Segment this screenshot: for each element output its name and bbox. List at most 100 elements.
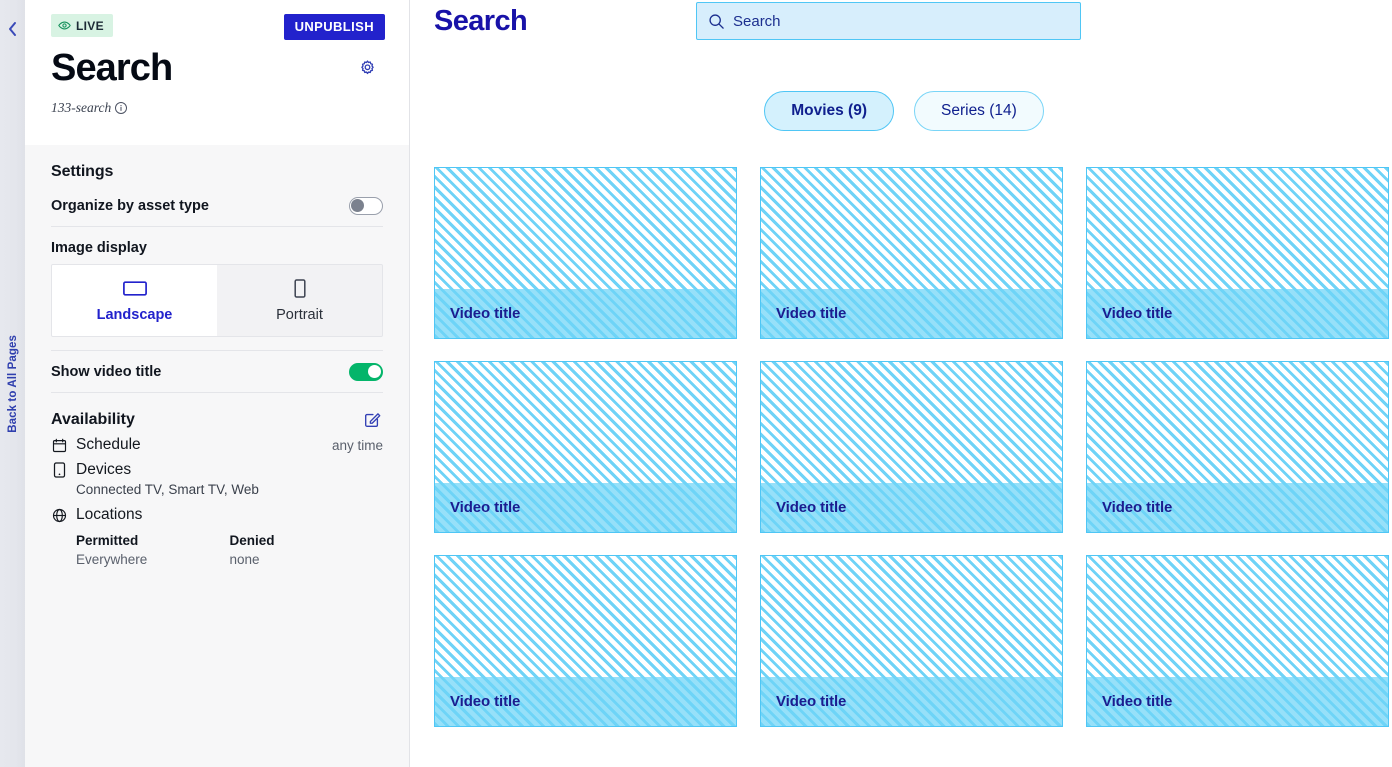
page-root: Back to All Pages LIVE UNPUBLISH Search [0, 0, 1392, 767]
show-video-title-toggle[interactable] [349, 363, 383, 381]
gear-icon [361, 60, 374, 75]
availability-locations-row: Locations [51, 506, 383, 524]
tab-series[interactable]: Series (14) [914, 91, 1044, 131]
globe-icon [51, 508, 67, 523]
video-card-title-bar: Video title [761, 677, 1062, 726]
video-card-title-bar: Video title [435, 289, 736, 338]
video-card-title-bar: Video title [435, 677, 736, 726]
panel-header-row: LIVE UNPUBLISH [51, 14, 385, 40]
video-card[interactable]: Video title [1086, 555, 1389, 727]
video-card[interactable]: Video title [434, 361, 737, 533]
video-card-grid: Video title Video title Video title Vide… [410, 167, 1392, 727]
video-card-title: Video title [776, 499, 847, 516]
setting-show-video-title: Show video title [51, 351, 383, 393]
organize-by-asset-type-toggle[interactable] [349, 197, 383, 215]
edit-pencil-icon [365, 413, 381, 427]
status-badge: LIVE [51, 14, 113, 37]
portrait-rect-icon [217, 278, 382, 298]
availability-devices-left: Devices [51, 461, 131, 479]
video-card-title: Video title [450, 499, 521, 516]
image-display-label: Image display [51, 240, 147, 256]
toggle-knob [368, 365, 381, 378]
video-card[interactable]: Video title [760, 555, 1063, 727]
video-card-title: Video title [450, 305, 521, 322]
locations-denied-value: none [229, 552, 260, 567]
panel-body: Settings Organize by asset type Image di… [25, 145, 409, 567]
locations-table: Permitted Everywhere Denied none [76, 533, 383, 567]
preview-title: Search [434, 5, 528, 37]
video-card-title-bar: Video title [435, 483, 736, 532]
locations-permitted-header: Permitted [76, 533, 139, 548]
preview-header: Search [410, 0, 1392, 60]
locations-permitted-column: Permitted Everywhere [76, 533, 230, 567]
image-display-option-landscape-label: Landscape [96, 307, 173, 323]
availability-schedule-row: Schedule any time [51, 436, 383, 454]
video-card-title: Video title [1102, 693, 1173, 710]
video-card-title: Video title [1102, 305, 1173, 322]
back-to-all-pages-link[interactable]: Back to All Pages [0, 0, 25, 767]
video-card[interactable]: Video title [760, 167, 1063, 339]
video-card-title-bar: Video title [1087, 289, 1388, 338]
video-card-title-bar: Video title [1087, 677, 1388, 726]
eye-icon [58, 21, 71, 30]
video-card[interactable]: Video title [434, 167, 737, 339]
video-card-title-bar: Video title [761, 289, 1062, 338]
settings-section-title: Settings [51, 163, 114, 180]
availability-devices-value: Connected TV, Smart TV, Web [76, 482, 259, 497]
page-title-row: Search [51, 47, 385, 89]
locations-denied-header: Denied [229, 533, 275, 548]
preview-search-box[interactable] [696, 2, 1081, 40]
video-card[interactable]: Video title [1086, 167, 1389, 339]
availability-devices-row: Devices [51, 461, 383, 479]
video-card-title-bar: Video title [761, 483, 1062, 532]
landscape-rect-icon [52, 278, 217, 298]
preview-tabs: Movies (9) Series (14) [410, 91, 1392, 131]
page-settings-button[interactable] [358, 59, 377, 78]
setting-organize-by-asset-type: Organize by asset type [51, 192, 383, 227]
organize-by-asset-type-label: Organize by asset type [51, 198, 209, 214]
search-icon [709, 13, 724, 29]
collapse-panel-button[interactable] [0, 21, 25, 37]
tab-movies[interactable]: Movies (9) [764, 91, 894, 131]
availability-locations-label: Locations [76, 506, 143, 523]
back-to-all-pages-label: Back to All Pages [6, 334, 19, 433]
info-circle-icon[interactable] [114, 101, 128, 115]
tab-series-label: Series (14) [941, 102, 1017, 119]
page-slug: 133-search [51, 99, 112, 115]
image-display-selector: Landscape Portrait [51, 264, 383, 337]
video-card-title-bar: Video title [1087, 483, 1388, 532]
show-video-title-label: Show video title [51, 364, 162, 380]
video-card-title: Video title [776, 693, 847, 710]
left-rail: Back to All Pages [0, 0, 25, 767]
availability-schedule-value: any time [331, 437, 383, 453]
video-card[interactable]: Video title [1086, 361, 1389, 533]
availability-schedule-left: Schedule [51, 436, 141, 454]
availability-devices-label: Devices [76, 461, 132, 478]
device-icon [51, 462, 67, 478]
locations-denied-column: Denied none [230, 533, 384, 567]
video-card[interactable]: Video title [760, 361, 1063, 533]
page-slug-row: 133-search [51, 100, 385, 116]
locations-permitted-value: Everywhere [76, 552, 148, 567]
image-display-option-landscape[interactable]: Landscape [52, 265, 217, 336]
calendar-icon [51, 438, 67, 453]
page-preview: Search Movies (9) Series (14) Video titl… [410, 0, 1392, 767]
page-title: Search [51, 47, 173, 89]
availability-header: Availability [51, 411, 383, 429]
video-card-title: Video title [1102, 499, 1173, 516]
image-display-option-portrait-label: Portrait [276, 307, 323, 323]
unpublish-button[interactable]: UNPUBLISH [283, 14, 385, 40]
video-card-title: Video title [450, 693, 521, 710]
video-card[interactable]: Video title [434, 555, 737, 727]
panel-header: LIVE UNPUBLISH Search 133-search [25, 0, 409, 145]
edit-availability-button[interactable] [363, 411, 381, 429]
toggle-knob [351, 199, 364, 212]
availability-schedule-label: Schedule [76, 436, 141, 453]
chevron-left-icon [9, 22, 16, 36]
image-display-option-portrait[interactable]: Portrait [217, 265, 382, 336]
page-settings-panel: LIVE UNPUBLISH Search 133-search Setting… [25, 0, 410, 767]
video-card-title: Video title [776, 305, 847, 322]
availability-title: Availability [51, 411, 135, 428]
search-input[interactable] [733, 12, 1069, 30]
status-badge-label: LIVE [76, 18, 104, 33]
